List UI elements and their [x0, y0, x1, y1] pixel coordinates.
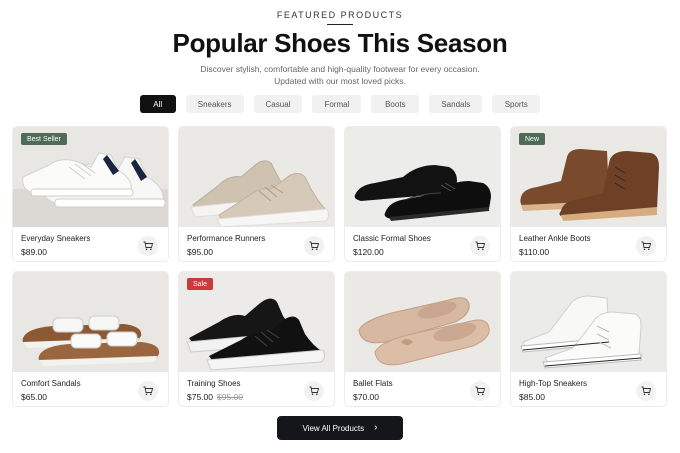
product-price: $65.00: [21, 392, 47, 402]
product-image-nude-ballet-flats[interactable]: [345, 272, 500, 372]
add-to-cart-button[interactable]: [138, 236, 158, 256]
product-price: $70.00: [353, 392, 379, 402]
new-badge: New: [519, 133, 546, 145]
sale-price: $75.00: [187, 392, 213, 402]
product-card[interactable]: Classic Formal Shoes $120.00: [344, 126, 501, 262]
product-card[interactable]: Best Seller Everyday Sneakers $89.00: [12, 126, 169, 262]
product-name[interactable]: Classic Formal Shoes: [353, 234, 431, 243]
product-grid: Best Seller Everyday Sneakers $89.00 Per…: [12, 126, 669, 407]
add-to-cart-button[interactable]: [636, 381, 656, 401]
cart-icon: [309, 386, 319, 396]
add-to-cart-button[interactable]: [304, 381, 324, 401]
add-to-cart-button[interactable]: [138, 381, 158, 401]
product-name[interactable]: Leather Ankle Boots: [519, 234, 591, 243]
product-card[interactable]: Sale Training Shoes $75.00 $95.00: [178, 271, 335, 407]
chevron-right-icon: ›: [374, 422, 378, 433]
product-card[interactable]: Ballet Flats $70.00: [344, 271, 501, 407]
filter-sports[interactable]: Sports: [492, 95, 541, 113]
product-name[interactable]: High-Top Sneakers: [519, 379, 587, 388]
product-card[interactable]: Performance Runners $95.00: [178, 126, 335, 262]
filter-sneakers[interactable]: Sneakers: [185, 95, 244, 113]
product-price: $110.00: [519, 247, 550, 257]
cart-icon: [309, 241, 319, 251]
product-name[interactable]: Comfort Sandals: [21, 379, 81, 388]
cart-icon: [143, 241, 153, 251]
filter-boots[interactable]: Boots: [371, 95, 420, 113]
cart-icon: [475, 386, 485, 396]
product-price: $75.00 $95.00: [187, 392, 243, 402]
product-price: $89.00: [21, 247, 47, 257]
product-name[interactable]: Training Shoes: [187, 379, 241, 388]
product-name[interactable]: Ballet Flats: [353, 379, 393, 388]
product-image-two-strap-sandals[interactable]: [13, 272, 168, 372]
product-name[interactable]: Performance Runners: [187, 234, 265, 243]
cart-icon: [475, 241, 485, 251]
cart-icon: [143, 386, 153, 396]
best-seller-badge: Best Seller: [21, 133, 67, 145]
product-card[interactable]: Comfort Sandals $65.00: [12, 271, 169, 407]
filter-all[interactable]: All: [139, 95, 176, 113]
product-price: $85.00: [519, 392, 545, 402]
section-eyebrow: FEATURED PRODUCTS: [276, 10, 404, 20]
view-all-label: View All Products: [302, 423, 365, 433]
product-card[interactable]: High-Top Sneakers $85.00: [510, 271, 667, 407]
filter-sandals[interactable]: Sandals: [429, 95, 483, 113]
add-to-cart-button[interactable]: [304, 236, 324, 256]
page-subtitle: Discover stylish, comfortable and high-q…: [200, 64, 480, 86]
eyebrow-underline: [327, 24, 353, 25]
page-title: Popular Shoes This Season: [172, 28, 508, 58]
add-to-cart-button[interactable]: [470, 381, 490, 401]
product-price: $120.00: [353, 247, 384, 257]
view-all-products-button[interactable]: View All Products ›: [277, 416, 403, 440]
filter-formal[interactable]: Formal: [312, 95, 362, 113]
add-to-cart-button[interactable]: [636, 236, 656, 256]
product-price: $95.00: [187, 247, 213, 257]
product-card[interactable]: New Leather Ankle Boots $110.00: [510, 126, 667, 262]
cart-icon: [641, 386, 651, 396]
product-image-black-oxford-shoes[interactable]: [345, 127, 500, 227]
product-image-beige-knit-runners[interactable]: [179, 127, 334, 227]
sale-badge: Sale: [187, 278, 214, 290]
product-image-white-high-tops[interactable]: [511, 272, 666, 372]
product-name[interactable]: Everyday Sneakers: [21, 234, 90, 243]
add-to-cart-button[interactable]: [470, 236, 490, 256]
original-price: $95.00: [217, 392, 243, 402]
filter-casual[interactable]: Casual: [253, 95, 303, 113]
category-filters: All Sneakers Casual Formal Boots Sandals…: [0, 95, 680, 113]
cart-icon: [641, 241, 651, 251]
